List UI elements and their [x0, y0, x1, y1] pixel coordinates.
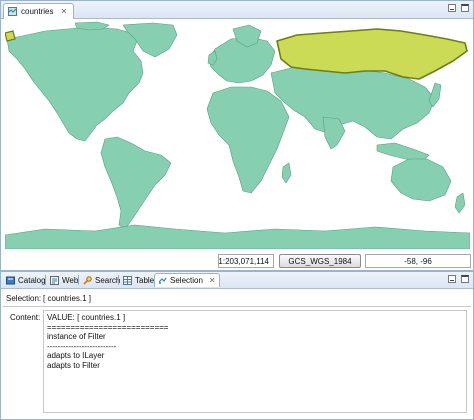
coordinates-field[interactable]: -58, -96: [365, 254, 471, 268]
madagascar-shape: [281, 162, 292, 184]
africa-shape: [206, 86, 290, 194]
scale-value: 1:203,071,114: [218, 256, 269, 266]
editor-tabbar: countries ✕: [1, 1, 473, 19]
map-statusbar: 1:203,071,114 GCS_WGS_1984 -58, -96: [1, 252, 473, 270]
tab-selection[interactable]: Selection ✕: [154, 273, 220, 287]
crs-label: GCS_WGS_1984: [288, 256, 352, 266]
crs-button[interactable]: GCS_WGS_1984: [279, 254, 361, 268]
tab-separator: [118, 275, 119, 285]
content-textarea[interactable]: VALUE: [ countries.1 ] =================…: [43, 310, 467, 413]
search-icon: [83, 275, 92, 285]
close-icon[interactable]: ✕: [57, 7, 67, 16]
map-editor: countries ✕ 1:203,071,114 GCS_WGS_1984 -…: [0, 0, 474, 271]
tab-separator: [78, 275, 79, 285]
content-line: --------------------------: [47, 341, 117, 351]
south-america-shape: [100, 136, 172, 230]
selection-icon: [158, 276, 167, 285]
content-label: Content:: [10, 313, 41, 322]
content-line: adapts to Filter: [47, 360, 100, 370]
editor-window-buttons: [448, 4, 469, 12]
southeast-asia-islands-shape: [376, 142, 430, 162]
editor-tab-label: countries: [21, 7, 54, 16]
tab-table[interactable]: Table: [120, 273, 157, 287]
tab-label: Table: [135, 275, 155, 285]
catalog-icon: [6, 276, 15, 285]
chukotka-selected-shape: [5, 30, 16, 42]
japan-shape: [428, 82, 442, 108]
minimize-icon[interactable]: [448, 275, 456, 283]
tab-search[interactable]: Search: [80, 273, 123, 287]
antarctica-shape: [5, 224, 470, 249]
editor-tab-countries[interactable]: countries ✕: [3, 3, 75, 19]
close-icon[interactable]: ✕: [206, 276, 216, 285]
map-icon: [8, 7, 17, 16]
world-map: [5, 21, 470, 249]
tab-separator: [45, 275, 46, 285]
view-tabbar: Catalog Web Search Table Selection ✕: [1, 272, 473, 289]
maximize-icon[interactable]: [461, 275, 469, 283]
maximize-icon[interactable]: [461, 4, 469, 12]
tab-label: Search: [95, 275, 121, 285]
new-zealand-shape: [454, 192, 466, 214]
content-line: VALUE: [ countries.1 ]: [47, 313, 126, 322]
australia-shape: [390, 158, 452, 202]
tab-web[interactable]: Web: [47, 273, 81, 287]
views-panel: Catalog Web Search Table Selection ✕ Sel…: [0, 271, 474, 420]
tab-label: Catalog: [18, 275, 46, 285]
map-canvas[interactable]: [5, 21, 470, 249]
divider: [3, 306, 471, 307]
view-window-buttons: [448, 275, 469, 283]
coordinates-value: -58, -96: [404, 256, 432, 266]
tab-catalog[interactable]: Catalog: [3, 273, 49, 287]
selection-value: [ countries.1 ]: [43, 294, 92, 303]
table-icon: [123, 275, 132, 285]
selection-label: Selection:: [6, 294, 42, 303]
tab-label: Selection: [170, 276, 203, 285]
minimize-icon[interactable]: [448, 4, 456, 12]
content-line: adapts to ILayer: [47, 351, 105, 360]
tab-label: Web: [62, 275, 79, 285]
north-america-shape: [6, 26, 144, 142]
scale-field[interactable]: 1:203,071,114: [218, 254, 274, 268]
web-icon: [50, 275, 59, 285]
content-line: instance of Filter: [47, 332, 106, 341]
content-line: ==========================: [47, 322, 169, 332]
